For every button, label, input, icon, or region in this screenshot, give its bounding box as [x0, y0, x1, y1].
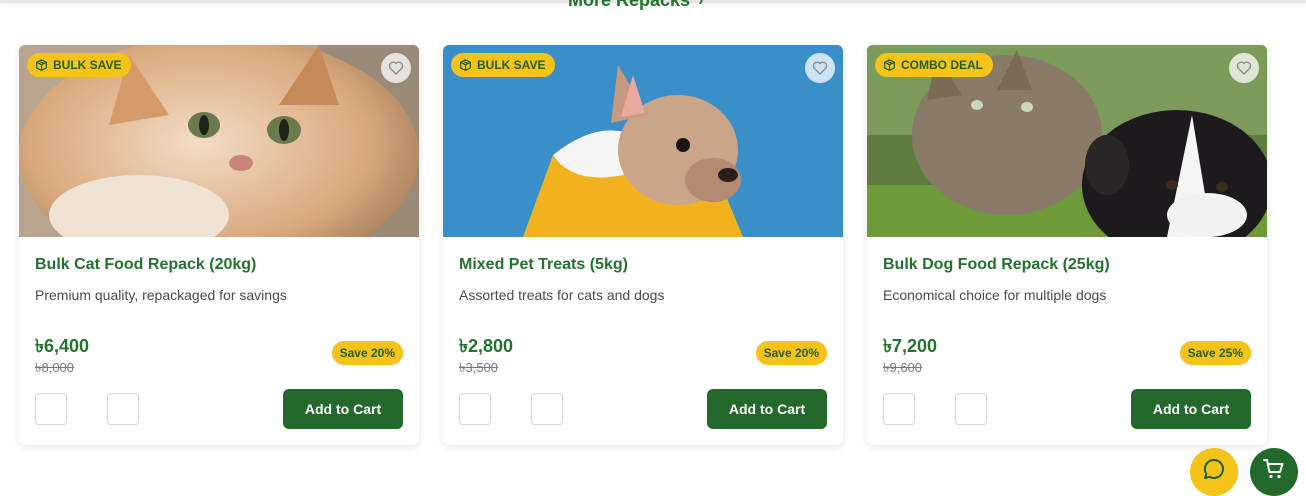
- deal-badge: BULK SAVE: [451, 53, 556, 77]
- heart-icon: [812, 61, 828, 75]
- cart-button[interactable]: [1250, 448, 1298, 496]
- deal-badge: BULK SAVE: [27, 53, 132, 77]
- product-description: Economical choice for multiple dogs: [883, 287, 1107, 303]
- quantity-increase-button[interactable]: [107, 393, 139, 425]
- product-title[interactable]: Mixed Pet Treats (5kg): [459, 256, 628, 274]
- quantity-increase-button[interactable]: [955, 393, 987, 425]
- quantity-increase-button[interactable]: [531, 393, 563, 425]
- shopping-cart-icon: [1263, 459, 1284, 479]
- heart-icon: [1236, 61, 1252, 75]
- favorite-button[interactable]: [1229, 53, 1259, 83]
- heart-icon: [388, 61, 404, 75]
- quantity-decrease-button[interactable]: [459, 393, 491, 425]
- add-to-cart-button[interactable]: Add to Cart: [707, 389, 827, 429]
- discount-badge: Save 20%: [331, 341, 403, 365]
- quantity-value: [915, 393, 955, 425]
- more-repacks-link[interactable]: More Repacks ›: [568, 0, 703, 11]
- quantity-decrease-button[interactable]: [883, 393, 915, 425]
- product-description: Premium quality, repackaged for savings: [35, 287, 287, 303]
- discount-badge: Save 25%: [1179, 341, 1251, 365]
- product-card: BULK SAVE Bulk Cat Food Repack (20kg) Pr…: [19, 45, 419, 445]
- original-price: ৳3,500: [459, 360, 499, 375]
- badge-label: BULK SAVE: [477, 58, 546, 72]
- discount-badge: Save 20%: [755, 341, 827, 365]
- badge-label: BULK SAVE: [53, 58, 122, 72]
- product-card: BULK SAVE Mixed Pet Treats (5kg) Assorte…: [443, 45, 843, 445]
- chat-bubble-icon: [1203, 458, 1224, 479]
- more-repacks-label: More Repacks: [568, 0, 691, 10]
- badge-label: COMBO DEAL: [901, 58, 983, 72]
- product-description: Assorted treats for cats and dogs: [459, 287, 665, 303]
- package-icon: [36, 58, 47, 71]
- product-title[interactable]: Bulk Dog Food Repack (25kg): [883, 256, 1110, 274]
- quantity-value: [67, 393, 107, 425]
- add-to-cart-button[interactable]: Add to Cart: [1131, 389, 1251, 429]
- deal-badge: COMBO DEAL: [875, 53, 993, 77]
- arrow-right-icon: ›: [698, 0, 704, 9]
- original-price: ৳9,600: [883, 360, 923, 375]
- add-to-cart-button[interactable]: Add to Cart: [283, 389, 403, 429]
- favorite-button[interactable]: [805, 53, 835, 83]
- product-title[interactable]: Bulk Cat Food Repack (20kg): [35, 256, 256, 274]
- quantity-value: [491, 393, 531, 425]
- package-icon: [460, 58, 471, 71]
- chat-button[interactable]: [1190, 448, 1238, 496]
- package-icon: [884, 58, 895, 71]
- product-card: COMBO DEAL Bulk Dog Food Repack (25kg) E…: [867, 45, 1267, 445]
- favorite-button[interactable]: [381, 53, 411, 83]
- original-price: ৳8,000: [35, 360, 75, 375]
- quantity-decrease-button[interactable]: [35, 393, 67, 425]
